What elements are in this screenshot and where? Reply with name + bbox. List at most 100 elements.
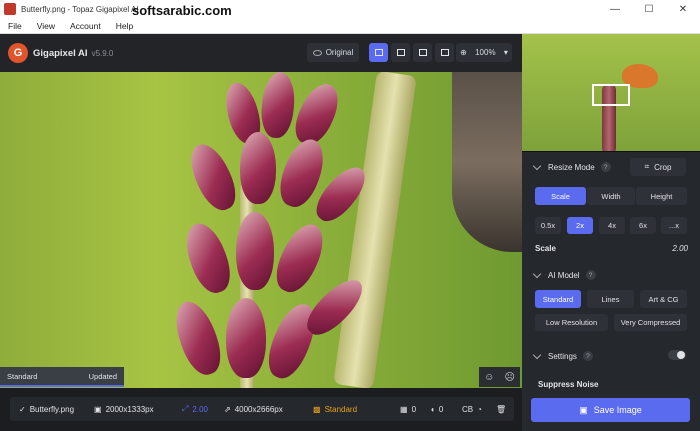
grid-view-button[interactable] xyxy=(435,43,454,62)
settings-toggle[interactable] xyxy=(668,350,686,360)
model-standard[interactable]: Standard xyxy=(535,290,581,308)
viewport-frame[interactable] xyxy=(592,84,630,106)
seed-head xyxy=(236,212,274,290)
scale-readout: 2.00 xyxy=(672,244,688,253)
window-title: Butterfly.png - Topaz Gigapixel AI xyxy=(21,4,139,14)
window-titlebar: Butterfly.png - Topaz Gigapixel AI softs… xyxy=(0,0,700,18)
zoom-icon: ⊕ xyxy=(460,48,467,57)
scale-value: 2.00 xyxy=(192,404,208,414)
feedback-buttons: ☺ ☹ xyxy=(479,367,520,387)
count-cell: ▦ 0 xyxy=(400,405,416,414)
resize-mode-label: Resize Mode xyxy=(548,162,595,172)
scale-0-5x[interactable]: 0.5x xyxy=(535,217,561,234)
ai-model-header[interactable]: AI Model ? xyxy=(522,269,700,280)
grass-stalk xyxy=(333,72,417,388)
split-view-button[interactable] xyxy=(391,43,410,62)
original-toggle-button[interactable]: Original xyxy=(307,43,359,62)
scale-label: Scale xyxy=(535,244,556,253)
crop-label: Crop xyxy=(654,162,672,172)
source-size-cell: ▣ 2000x1333px xyxy=(94,405,154,414)
menu-view[interactable]: View xyxy=(37,21,55,31)
side-by-side-view-button[interactable] xyxy=(413,43,432,62)
zoom-dropdown[interactable]: ⊕ 100% ▾ xyxy=(456,43,512,62)
sad-face-icon[interactable]: ☹ xyxy=(504,372,514,383)
model-cell: ▩ Standard xyxy=(313,405,357,414)
save-image-button[interactable]: ▣ Save Image xyxy=(531,398,690,422)
ai-model-label: AI Model xyxy=(548,270,580,280)
chevron-down-icon: ▾ xyxy=(503,48,508,57)
cb-cell: CB ◔ xyxy=(462,405,482,414)
menu-file[interactable]: File xyxy=(8,21,22,31)
output-size: 4000x2666px xyxy=(234,404,283,414)
model-low-resolution[interactable]: Low Resolution xyxy=(535,314,608,331)
trash-icon[interactable]: 🗑 xyxy=(496,405,506,414)
volume-icon: ◖ xyxy=(430,404,435,414)
menu-account[interactable]: Account xyxy=(70,21,101,31)
volume-value: 0 xyxy=(438,404,444,414)
watermark: softsarabic.com xyxy=(132,3,232,18)
file-name: Butterfly.png xyxy=(29,404,75,414)
scale-custom[interactable]: ...x xyxy=(661,217,687,234)
minimize-button[interactable]: — xyxy=(598,0,632,18)
save-label: Save Image xyxy=(593,405,642,415)
model-art-cg[interactable]: Art & CG xyxy=(640,290,687,308)
scale-cell: ⤢ 2.00 xyxy=(182,404,208,414)
save-icon: ▣ xyxy=(579,404,588,415)
menu-bar: File View Account Help xyxy=(0,18,700,34)
happy-face-icon[interactable]: ☺ xyxy=(484,372,494,383)
seed-head xyxy=(259,72,297,140)
source-size: 2000x1333px xyxy=(105,404,154,414)
app-icon xyxy=(4,3,16,15)
cb-label: CB xyxy=(462,404,474,414)
scale-4x[interactable]: 4x xyxy=(599,217,625,234)
volume-cell: ◖ 0 xyxy=(430,405,443,414)
tab-width[interactable]: Width xyxy=(587,187,635,205)
gigapixel-logo-icon: G xyxy=(8,43,28,63)
status-state: Updated xyxy=(88,371,117,381)
suppress-noise-row: Suppress Noise xyxy=(522,380,700,389)
close-button[interactable]: ✕ xyxy=(666,0,700,18)
zoom-value: 100% xyxy=(475,48,496,57)
help-icon[interactable]: ? xyxy=(585,270,596,280)
chevron-down-icon xyxy=(532,161,542,171)
file-row[interactable]: ✓ Butterfly.png ▣ 2000x1333px ⤢ 2.00 ⇗ 4… xyxy=(10,397,514,421)
file-cell: ✓ Butterfly.png xyxy=(19,405,74,414)
checkmark-icon[interactable]: ✓ xyxy=(19,405,26,414)
scale-2x[interactable]: 2x xyxy=(567,217,593,234)
crop-icon: ⌗ xyxy=(644,162,650,171)
brand-name: Gigapixel AI xyxy=(33,47,88,59)
output-size-cell: ⇗ 4000x2666px xyxy=(224,405,283,414)
navigator-preview[interactable] xyxy=(522,34,700,152)
window-controls: — ☐ ✕ xyxy=(598,0,700,18)
single-view-button[interactable] xyxy=(369,43,388,62)
side-by-side-icon xyxy=(418,49,427,56)
maximize-button[interactable]: ☐ xyxy=(632,0,666,18)
seed-head xyxy=(288,77,346,151)
version-label: v5.9.0 xyxy=(91,48,114,58)
model-very-compressed[interactable]: Very Compressed xyxy=(614,314,687,331)
count-value: 0 xyxy=(411,404,417,414)
output-image-icon: ⇗ xyxy=(224,404,231,414)
seed-head xyxy=(240,132,276,204)
chevron-down-icon xyxy=(532,269,542,279)
seed-head xyxy=(182,138,244,216)
crop-button[interactable]: ⌗ Crop xyxy=(630,158,686,176)
scale-row: Scale 2.00 xyxy=(522,244,700,253)
image-canvas[interactable] xyxy=(0,72,522,388)
view-mode-group xyxy=(369,43,457,62)
help-icon[interactable]: ? xyxy=(600,162,611,172)
toggle-knob xyxy=(677,351,685,359)
menu-help[interactable]: Help xyxy=(116,21,133,31)
file-bar: ✓ Butterfly.png ▣ 2000x1333px ⤢ 2.00 ⇗ 4… xyxy=(0,388,522,431)
status-model: Standard xyxy=(7,371,38,381)
eye-off-icon xyxy=(312,49,322,56)
seed-head xyxy=(226,298,266,378)
image-icon: ▣ xyxy=(94,404,102,414)
tab-scale[interactable]: Scale xyxy=(535,187,586,205)
tab-height[interactable]: Height xyxy=(636,187,687,205)
model-name: Standard xyxy=(324,404,358,414)
scale-6x[interactable]: 6x xyxy=(630,217,656,234)
model-lines[interactable]: Lines xyxy=(587,290,634,308)
settings-panel: Resize Mode ? ⌗ Crop Scale Width Height … xyxy=(522,34,700,431)
help-icon[interactable]: ? xyxy=(582,351,593,361)
